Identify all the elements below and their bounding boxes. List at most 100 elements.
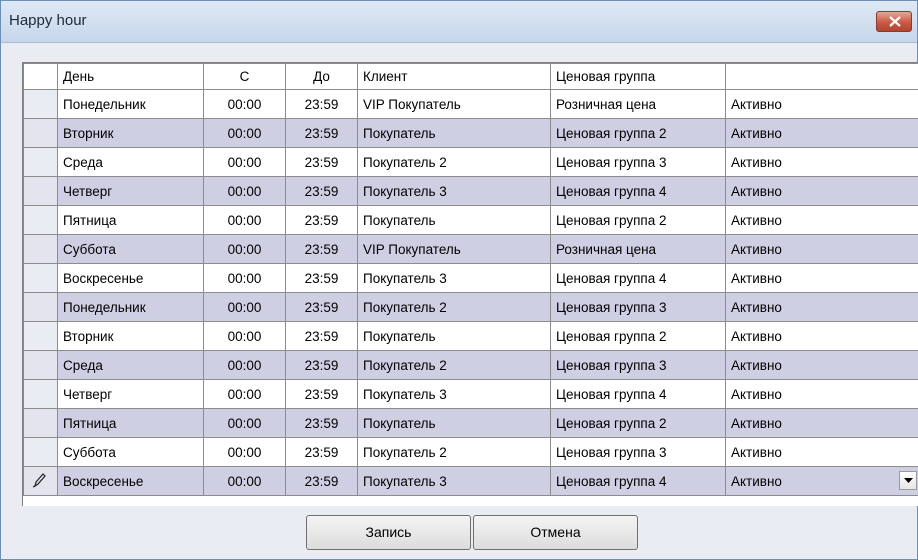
cell-status[interactable]: Активно [725, 350, 918, 380]
cell-day[interactable]: Четверг [57, 176, 204, 206]
title-bar[interactable]: Happy hour [1, 1, 917, 43]
cell-from[interactable]: 00:00 [203, 147, 286, 177]
table-row[interactable]: Среда 00:00 23:59 Покупатель 2 Ценовая групп… [23, 350, 918, 380]
cell-price-group[interactable]: Ценовая группа 3 [550, 147, 726, 177]
table-row[interactable]: Понедельник 00:00 23:59 VIP Покупатель Розни… [23, 89, 918, 119]
save-button[interactable]: Запись [306, 515, 471, 550]
row-selector[interactable] [23, 205, 58, 235]
cell-day[interactable]: Пятница [57, 408, 204, 438]
cell-from[interactable]: 00:00 [203, 292, 286, 322]
cell-status[interactable]: Активно [725, 205, 918, 235]
cell-client[interactable]: Покупатель 2 [357, 292, 551, 322]
row-selector[interactable] [23, 379, 58, 409]
table-row[interactable]: Четверг 00:00 23:59 Покупатель 3 Ценовая гру… [23, 176, 918, 206]
table-row[interactable]: Суббота 00:00 23:59 Покупатель 2 Ценовая гру… [23, 437, 918, 467]
cell-from[interactable]: 00:00 [203, 118, 286, 148]
cell-to[interactable]: 23:59 [285, 205, 358, 235]
cell-from[interactable]: 00:00 [203, 350, 286, 380]
table-row[interactable]: Среда 00:00 23:59 Покупатель 2 Ценовая групп… [23, 147, 918, 177]
row-selector[interactable] [23, 466, 58, 496]
table-row[interactable]: Вторник 00:00 23:59 Покупатель Ценовая групп… [23, 321, 918, 351]
cell-to[interactable]: 23:59 [285, 176, 358, 206]
cell-to[interactable]: 23:59 [285, 350, 358, 380]
cell-day[interactable]: Четверг [57, 379, 204, 409]
cell-client[interactable]: Покупатель [357, 321, 551, 351]
cell-status[interactable]: Активно [725, 147, 918, 177]
cell-status[interactable]: Активно [725, 437, 918, 467]
cell-from[interactable]: 00:00 [203, 176, 286, 206]
cell-day[interactable]: Вторник [57, 118, 204, 148]
cell-from[interactable]: 00:00 [203, 379, 286, 409]
cell-client[interactable]: Покупатель [357, 118, 551, 148]
cell-from[interactable]: 00:00 [203, 89, 286, 119]
row-selector[interactable] [23, 89, 58, 119]
cell-client[interactable]: Покупатель 3 [357, 263, 551, 293]
cell-client[interactable]: Покупатель 2 [357, 350, 551, 380]
cell-client[interactable]: VIP Покупатель [357, 234, 551, 264]
cell-price-group[interactable]: Ценовая группа 4 [550, 379, 726, 409]
cell-client[interactable]: VIP Покупатель [357, 89, 551, 119]
cell-from[interactable]: 00:00 [203, 205, 286, 235]
cell-status[interactable]: Активно [725, 292, 918, 322]
cell-from[interactable]: 00:00 [203, 263, 286, 293]
cell-price-group[interactable]: Ценовая группа 4 [550, 263, 726, 293]
close-button[interactable] [876, 11, 912, 32]
column-header-price-group[interactable]: Ценовая группа [550, 63, 726, 90]
cell-to[interactable]: 23:59 [285, 408, 358, 438]
cell-client[interactable]: Покупатель 3 [357, 176, 551, 206]
column-header-from[interactable]: С [203, 63, 286, 90]
cell-price-group[interactable]: Ценовая группа 2 [550, 321, 726, 351]
cell-client[interactable]: Покупатель 3 [357, 379, 551, 409]
cell-day[interactable]: Среда [57, 147, 204, 177]
table-row[interactable]: Пятница 00:00 23:59 Покупатель Ценовая групп… [23, 205, 918, 235]
row-selector[interactable] [23, 437, 58, 467]
cancel-button[interactable]: Отмена [473, 515, 638, 550]
cell-status[interactable]: Активно [725, 408, 918, 438]
table-row[interactable]: Вторник 00:00 23:59 Покупатель Ценовая групп… [23, 118, 918, 148]
cell-day[interactable]: Среда [57, 350, 204, 380]
table-row[interactable]: Понедельник 00:00 23:59 Покупатель 2 Ценовая… [23, 292, 918, 322]
cell-day[interactable]: Понедельник [57, 292, 204, 322]
cell-status[interactable]: Активно [725, 379, 918, 409]
column-header-to[interactable]: До [285, 63, 358, 90]
cell-price-group[interactable]: Ценовая группа 2 [550, 408, 726, 438]
column-header-status[interactable] [725, 63, 918, 90]
cell-day[interactable]: Воскресенье [57, 466, 204, 496]
table-row[interactable]: Воскресенье 00:00 23:59 Покупатель 3 Ценовая… [23, 263, 918, 293]
status-dropdown-button[interactable] [899, 471, 917, 490]
cell-day[interactable]: Вторник [57, 321, 204, 351]
cell-to[interactable]: 23:59 [285, 466, 358, 496]
table-row[interactable]: Четверг 00:00 23:59 Покупатель 3 Ценовая гру… [23, 379, 918, 409]
row-selector[interactable] [23, 408, 58, 438]
cell-day[interactable]: Воскресенье [57, 263, 204, 293]
table-row[interactable]: Воскресенье 00:00 23:59 Покупатель 3 Ценовая… [23, 466, 918, 496]
cell-to[interactable]: 23:59 [285, 263, 358, 293]
cell-to[interactable]: 23:59 [285, 321, 358, 351]
cell-status[interactable]: Активно [725, 89, 918, 119]
row-selector[interactable] [23, 350, 58, 380]
row-selector[interactable] [23, 234, 58, 264]
cell-from[interactable]: 00:00 [203, 466, 286, 496]
cell-status[interactable]: Активно [725, 466, 918, 496]
cell-status[interactable]: Активно [725, 263, 918, 293]
column-header-selector[interactable] [23, 63, 58, 90]
cell-client[interactable]: Покупатель [357, 408, 551, 438]
cell-to[interactable]: 23:59 [285, 292, 358, 322]
cell-to[interactable]: 23:59 [285, 437, 358, 467]
cell-price-group[interactable]: Розничная цена [550, 234, 726, 264]
cell-day[interactable]: Понедельник [57, 89, 204, 119]
row-selector[interactable] [23, 176, 58, 206]
cell-price-group[interactable]: Розничная цена [550, 89, 726, 119]
cell-day[interactable]: Суббота [57, 234, 204, 264]
row-selector[interactable] [23, 147, 58, 177]
cell-status[interactable]: Активно [725, 234, 918, 264]
cell-to[interactable]: 23:59 [285, 234, 358, 264]
cell-price-group[interactable]: Ценовая группа 2 [550, 205, 726, 235]
cell-price-group[interactable]: Ценовая группа 3 [550, 350, 726, 380]
row-selector[interactable] [23, 263, 58, 293]
cell-from[interactable]: 00:00 [203, 321, 286, 351]
cell-client[interactable]: Покупатель 2 [357, 147, 551, 177]
row-selector[interactable] [23, 321, 58, 351]
table-row[interactable]: Пятница 00:00 23:59 Покупатель Ценовая групп… [23, 408, 918, 438]
cell-client[interactable]: Покупатель 2 [357, 437, 551, 467]
